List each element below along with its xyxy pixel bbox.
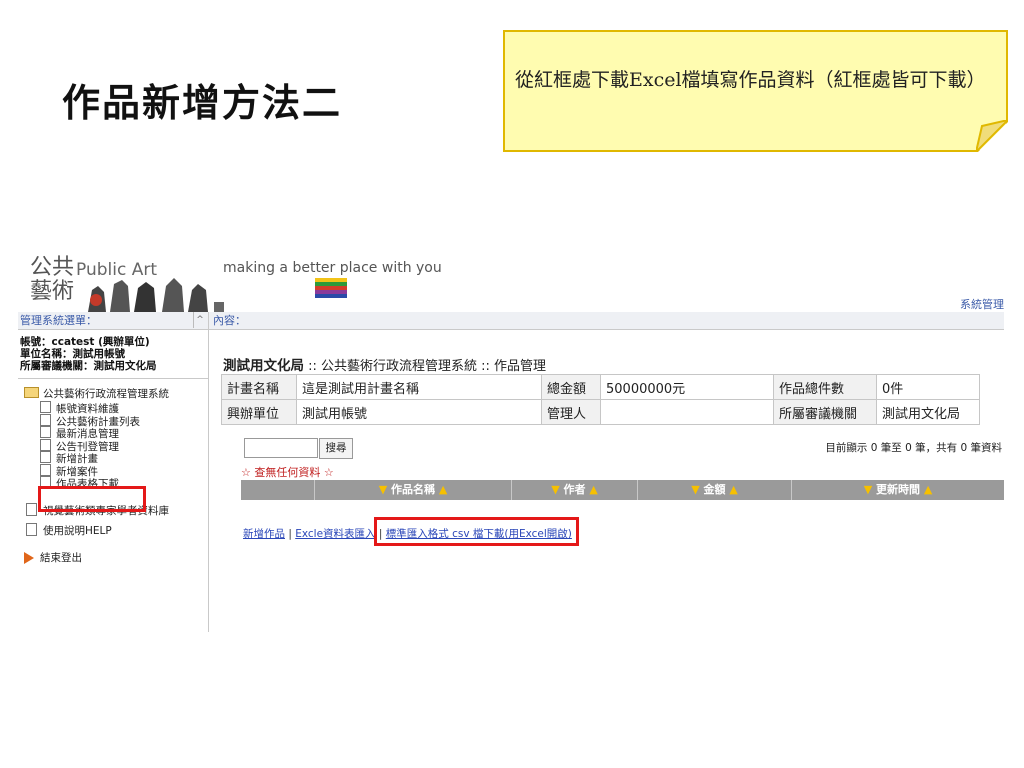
red-highlight-box bbox=[374, 517, 579, 546]
account-line: 帳號：ccatest (興辦單位) bbox=[20, 336, 150, 348]
menu-tree: 公共藝術行政流程管理系統 帳號資料維護 公共藝術計畫列表 最新消息管理 公告刊登… bbox=[18, 378, 208, 565]
review-agency-label: 所屬審議機關 bbox=[773, 399, 877, 425]
manager-value bbox=[600, 399, 774, 425]
callout-note-text: 從紅框處下載Excel檔填寫作品資料（紅框處皆可下載） bbox=[515, 69, 986, 91]
sidebar-header: 管理系統選單： bbox=[18, 312, 208, 330]
total-amount-label: 總金額 bbox=[541, 374, 601, 400]
tree-root[interactable]: 公共藝術行政流程管理系統 bbox=[18, 387, 208, 401]
logout-link[interactable]: 結束登出 bbox=[18, 551, 208, 565]
work-count-label: 作品總件數 bbox=[773, 374, 877, 400]
callout-note: 從紅框處下載Excel檔填寫作品資料（紅框處皆可下載） bbox=[503, 30, 1008, 152]
works-grid-header: ▼ 作品名稱 ▲ ▼ 作者 ▲ ▼ 金額 ▲ ▼ 更新時間 ▲ bbox=[241, 480, 1004, 500]
sort-down-icon: ▼ bbox=[863, 483, 873, 496]
column-label: 更新時間 bbox=[876, 483, 920, 496]
sidebar-item-help[interactable]: 使用說明HELP bbox=[18, 522, 208, 537]
sidebar-item-plans[interactable]: 公共藝術計畫列表 bbox=[18, 413, 208, 428]
sidebar-item-news[interactable]: 最新消息管理 bbox=[18, 426, 208, 440]
sort-down-icon: ▼ bbox=[551, 483, 560, 496]
link-separator: | bbox=[285, 528, 296, 540]
search-button[interactable]: 搜尋 bbox=[319, 438, 353, 459]
banner-tagline: making a better place with you bbox=[223, 260, 442, 276]
sort-up-icon: ▲ bbox=[923, 483, 933, 496]
slide-title: 作品新增方法二 bbox=[62, 80, 343, 125]
document-icon bbox=[40, 463, 51, 476]
column-work-name[interactable]: ▼ 作品名稱 ▲ bbox=[315, 480, 512, 500]
work-count-value: 0件 bbox=[876, 374, 980, 400]
table-row: 興辦單位 測試用帳號 管理人 所屬審議機關 測試用文化局 bbox=[221, 399, 980, 425]
sidebar-item-new-case[interactable]: 新增案件 bbox=[18, 463, 208, 478]
table-row: 計畫名稱 這是測試用計畫名稱 總金額 50000000元 作品總件數 0件 bbox=[221, 374, 980, 400]
sort-up-icon: ▲ bbox=[438, 483, 448, 496]
arrow-right-icon bbox=[24, 551, 34, 564]
sidebar-item-new-plan[interactable]: 新增計畫 bbox=[18, 451, 208, 465]
account-info: 帳號：ccatest (興辦單位) 單位名稱：測試用帳號 所屬審議機關：測試用文… bbox=[18, 330, 208, 372]
unit-line: 單位名稱：測試用帳號 bbox=[20, 348, 125, 360]
manager-label: 管理人 bbox=[541, 399, 601, 425]
breadcrumb-agency: 測試用文化局 bbox=[223, 358, 304, 374]
search-input[interactable] bbox=[244, 438, 318, 458]
red-highlight-box bbox=[38, 486, 146, 512]
column-label: 金額 bbox=[703, 483, 726, 496]
logo-cn-line2: 藝術 bbox=[30, 279, 75, 304]
tree-root-label: 公共藝術行政流程管理系統 bbox=[43, 388, 169, 400]
sort-up-icon: ▲ bbox=[589, 483, 598, 496]
content-header: 內容： bbox=[209, 312, 1004, 330]
column-blank bbox=[241, 480, 315, 500]
host-unit-value: 測試用帳號 bbox=[296, 399, 542, 425]
add-work-link[interactable]: 新增作品 bbox=[243, 528, 285, 540]
column-amount[interactable]: ▼ 金額 ▲ bbox=[638, 480, 792, 500]
breadcrumb: 測試用文化局 :: 公共藝術行政流程管理系統 :: 作品管理 bbox=[223, 354, 546, 374]
plan-name-label: 計畫名稱 bbox=[221, 374, 297, 400]
column-label: 作品名稱 bbox=[391, 483, 435, 496]
site-banner: 公共 藝術 Public Art making a better place w… bbox=[18, 252, 1004, 312]
document-icon bbox=[40, 451, 51, 463]
breadcrumb-path: :: 公共藝術行政流程管理系統 :: 作品管理 bbox=[304, 359, 547, 374]
review-agency-value: 測試用文化局 bbox=[876, 399, 980, 425]
column-label: 作者 bbox=[563, 483, 586, 496]
scroll-up-icon[interactable]: ^ bbox=[193, 312, 206, 328]
system-manage-link[interactable]: 系統管理 bbox=[960, 296, 1004, 312]
plan-name-value: 這是測試用計畫名稱 bbox=[296, 374, 542, 400]
host-unit-label: 興辦單位 bbox=[221, 399, 297, 425]
agency-line: 所屬審議機關：測試用文化局 bbox=[20, 360, 157, 372]
document-icon bbox=[26, 502, 37, 516]
no-data-message: ☆ 查無任何資料 ☆ bbox=[241, 466, 334, 479]
people-silhouette-icon bbox=[74, 278, 224, 312]
logo-chinese: 公共 藝術 bbox=[30, 256, 74, 304]
sort-down-icon: ▼ bbox=[691, 483, 700, 496]
document-icon bbox=[40, 401, 51, 413]
logo-cn-line1: 公共 bbox=[30, 255, 75, 280]
document-icon bbox=[40, 438, 51, 451]
sort-up-icon: ▲ bbox=[729, 483, 738, 496]
document-icon bbox=[40, 413, 51, 426]
main-content: 內容： 測試用文化局 :: 公共藝術行政流程管理系統 :: 作品管理 計畫名稱 … bbox=[209, 312, 1004, 632]
sidebar-item-label: 使用說明HELP bbox=[43, 524, 112, 537]
document-icon bbox=[26, 522, 37, 536]
folder-icon bbox=[24, 387, 39, 398]
sidebar-item-account[interactable]: 帳號資料維護 bbox=[18, 401, 208, 415]
rainbow-flag-icon bbox=[315, 278, 347, 298]
sidebar-item-announce[interactable]: 公告刊登管理 bbox=[18, 438, 208, 453]
sort-down-icon: ▼ bbox=[378, 483, 388, 496]
record-status: 目前顯示 0 筆至 0 筆，共有 0 筆資料 bbox=[825, 442, 1002, 454]
system-screenshot: 公共 藝術 Public Art making a better place w… bbox=[18, 252, 1004, 632]
note-fold-icon bbox=[976, 120, 1008, 152]
total-amount-value: 50000000元 bbox=[600, 374, 774, 400]
sidebar: 管理系統選單： ^ 帳號：ccatest (興辦單位) 單位名稱：測試用帳號 所… bbox=[18, 312, 209, 632]
document-icon bbox=[40, 426, 51, 438]
logout-label: 結束登出 bbox=[40, 551, 82, 564]
excel-import-link[interactable]: Excle資料表匯入 bbox=[295, 528, 375, 540]
plan-info-table: 計畫名稱 這是測試用計畫名稱 總金額 50000000元 作品總件數 0件 興辦… bbox=[221, 374, 980, 425]
column-author[interactable]: ▼ 作者 ▲ bbox=[512, 480, 638, 500]
column-updated[interactable]: ▼ 更新時間 ▲ bbox=[792, 480, 1004, 500]
